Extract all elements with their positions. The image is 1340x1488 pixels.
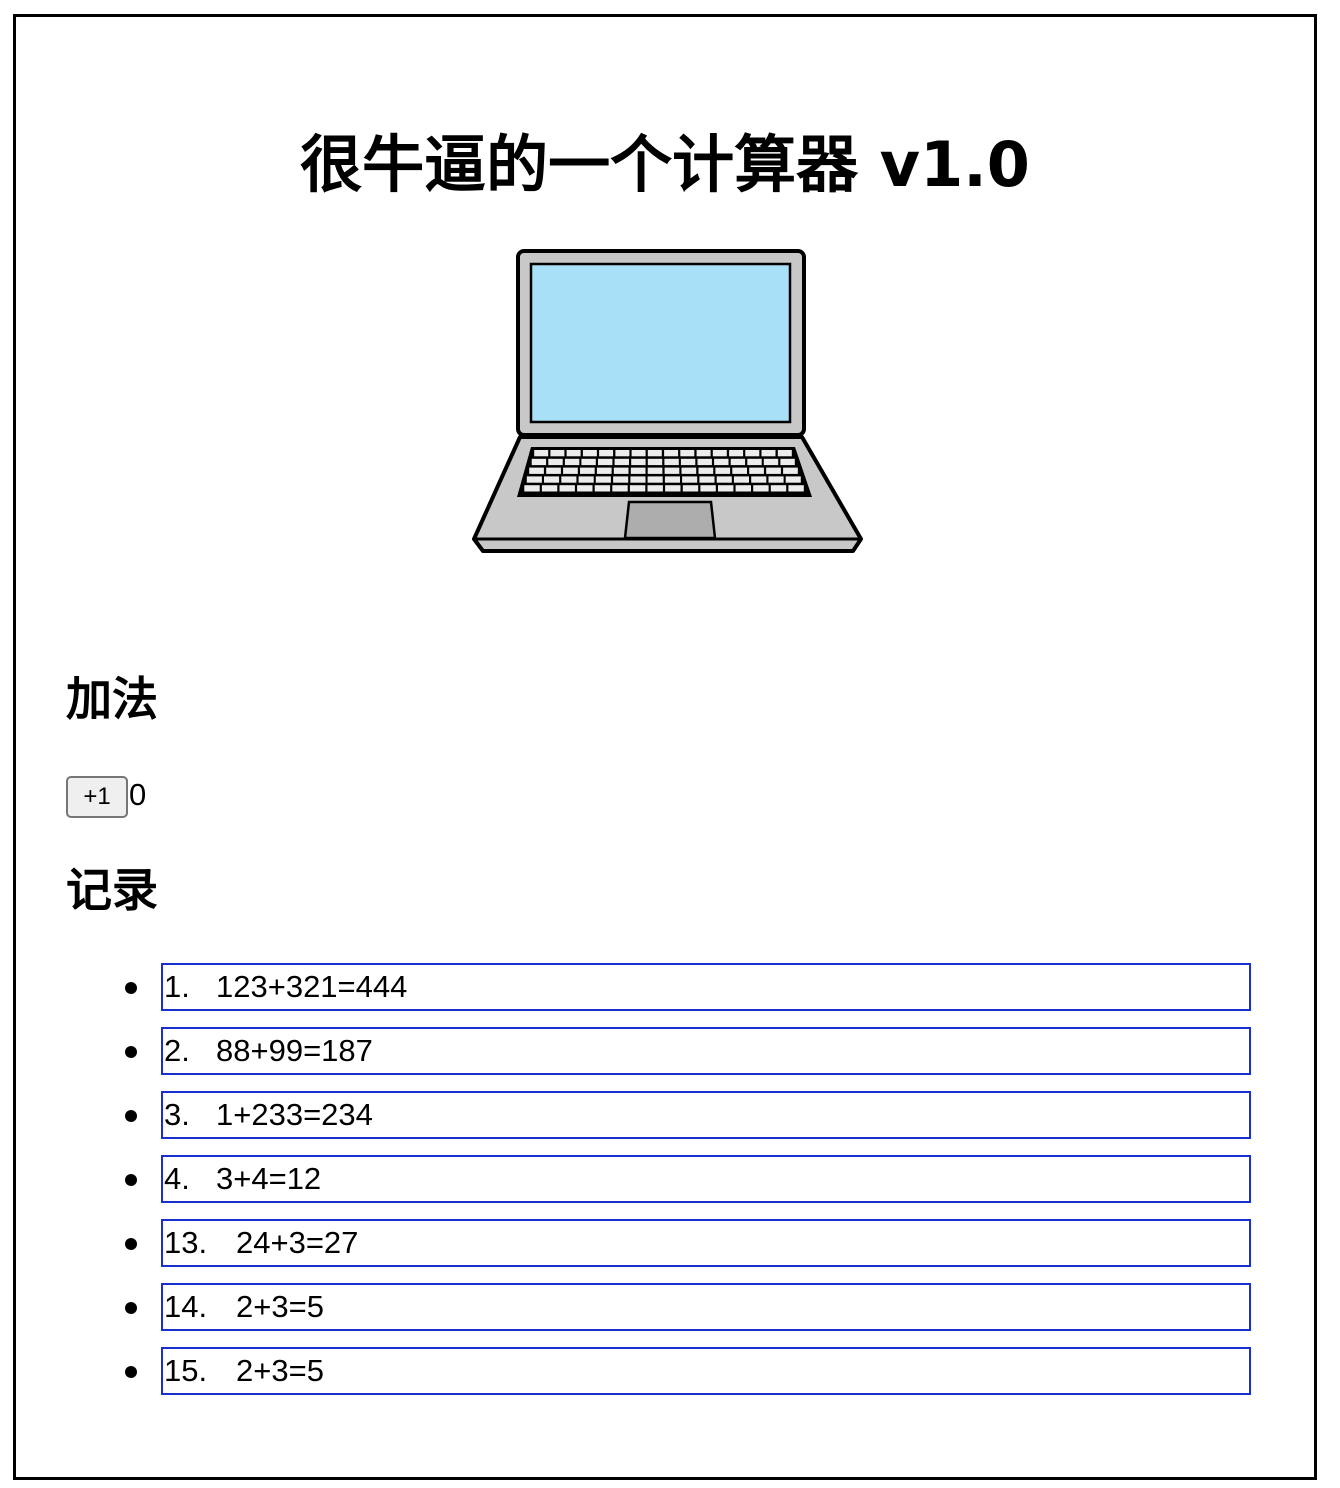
record-item: 15. 2+3=5 xyxy=(16,1347,1276,1395)
record-index: 1. xyxy=(164,969,190,1004)
record-box: 14. 2+3=5 xyxy=(161,1283,1251,1331)
record-box: 15. 2+3=5 xyxy=(161,1347,1251,1395)
record-box: 3. 1+233=234 xyxy=(161,1091,1251,1139)
record-index: 14. xyxy=(164,1289,208,1324)
list-bullet xyxy=(125,1046,137,1058)
increment-button[interactable]: +1 xyxy=(66,776,128,818)
record-index: 2. xyxy=(164,1033,190,1068)
page-title: 很牛逼的一个计算器 v1.0 xyxy=(300,128,1030,201)
list-bullet xyxy=(125,1302,137,1314)
record-box: 4. 3+4=12 xyxy=(161,1155,1251,1203)
records-heading: 记录 xyxy=(66,863,158,917)
counter-row: +1 0 xyxy=(66,775,146,819)
count-value: 0 xyxy=(129,777,147,812)
record-item: 14. 2+3=5 xyxy=(16,1283,1276,1331)
list-bullet xyxy=(125,1110,137,1122)
record-expression: 3+4=12 xyxy=(216,1161,322,1196)
record-item: 1. 123+321=444 xyxy=(16,963,1276,1011)
list-bullet xyxy=(125,1366,137,1378)
list-bullet xyxy=(125,1174,137,1186)
record-box: 2. 88+99=187 xyxy=(161,1027,1251,1075)
addition-heading: 加法 xyxy=(66,672,158,726)
record-expression: 2+3=5 xyxy=(236,1353,324,1388)
record-expression: 1+233=234 xyxy=(216,1097,373,1132)
record-index: 4. xyxy=(164,1161,190,1196)
record-expression: 24+3=27 xyxy=(236,1225,359,1260)
record-expression: 2+3=5 xyxy=(236,1289,324,1324)
record-item: 3. 1+233=234 xyxy=(16,1091,1276,1139)
record-item: 4. 3+4=12 xyxy=(16,1155,1276,1203)
record-expression: 88+99=187 xyxy=(216,1033,373,1068)
record-box: 13. 24+3=27 xyxy=(161,1219,1251,1267)
list-bullet xyxy=(125,982,137,994)
record-box: 1. 123+321=444 xyxy=(161,963,1251,1011)
record-index: 3. xyxy=(164,1097,190,1132)
record-index: 15. xyxy=(164,1353,208,1388)
record-index: 13. xyxy=(164,1225,208,1260)
page-frame: 很牛逼的一个计算器 v1.0 加法 +1 0 记录 1. 123+321=444 2… xyxy=(13,14,1317,1480)
record-item: 13. 24+3=27 xyxy=(16,1219,1276,1267)
record-expression: 123+321=444 xyxy=(216,969,408,1004)
laptop-icon xyxy=(471,249,881,579)
record-item: 2. 88+99=187 xyxy=(16,1027,1276,1075)
list-bullet xyxy=(125,1238,137,1250)
